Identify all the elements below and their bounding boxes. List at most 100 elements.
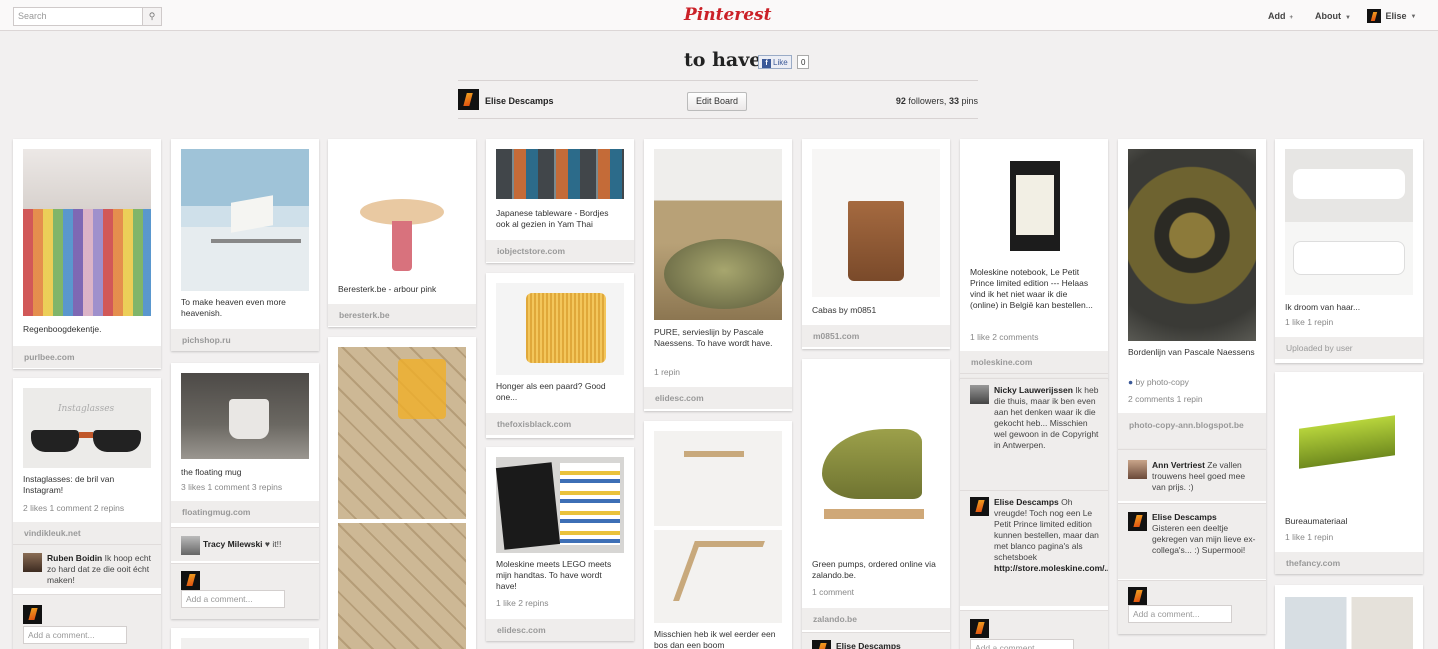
pillow-graphic — [1293, 241, 1405, 275]
pin-card[interactable]: the floating mug 3 likes 1 comment 3 rep… — [171, 363, 319, 619]
pin-image[interactable] — [812, 149, 940, 297]
pin-image[interactable] — [812, 369, 940, 551]
comment-link[interactable]: http://store.moleskine.com/... — [994, 563, 1108, 573]
pin-card[interactable]: Misschien heb ik wel eerder een bos dan … — [644, 421, 792, 649]
pin-card[interactable]: PURE, servieslijn by Pascale Naessens. T… — [644, 139, 792, 411]
pin-card[interactable]: Japanese tableware - Bordjes ook al gezi… — [486, 139, 634, 263]
pin-card[interactable]: Cabas by m0851 m0851.com — [802, 139, 950, 349]
comment: Ann Vertriest Ze vallen trouwens heel go… — [1118, 449, 1266, 501]
pin-image[interactable] — [1128, 149, 1256, 341]
user-menu[interactable]: Elise ▼ — [1367, 9, 1416, 23]
commenter-avatar[interactable] — [181, 536, 200, 555]
pin-source[interactable]: moleskine.com — [960, 351, 1108, 373]
pin-source[interactable]: floatingmug.com — [171, 501, 319, 523]
pin-image[interactable] — [495, 457, 624, 553]
pins-label: pins — [961, 96, 978, 106]
pin-source[interactable]: m0851.com — [802, 325, 950, 347]
add-comment-input[interactable]: Add a comment... — [1128, 605, 1232, 623]
pin-card[interactable]: Moleskine notebook, Le Petit Prince limi… — [960, 139, 1108, 379]
pin-source[interactable]: thefoxisblack.com — [486, 413, 634, 435]
about-label: About — [1315, 11, 1341, 21]
add-comment-input[interactable]: Add a comment... — [181, 590, 285, 608]
pin-card[interactable]: Nicky Lauwerijssen Ik heb die thuis, maa… — [960, 378, 1108, 649]
pin-card[interactable]: Regenboogdekentje. purlbee.com — [13, 139, 161, 369]
owner-avatar[interactable] — [458, 89, 479, 110]
pin-image[interactable]: Instaglasses — [23, 388, 151, 468]
pin-card[interactable] — [328, 337, 476, 649]
pin-card[interactable]: Green pumps, ordered online via zalando.… — [802, 359, 950, 649]
pin-source[interactable]: zalando.be — [802, 608, 950, 630]
pin-card[interactable]: Bureaumateriaal 1 like 1 repin thefancy.… — [1275, 372, 1423, 574]
blanket-top — [23, 149, 151, 209]
comment-author[interactable]: Elise Descamps — [994, 497, 1059, 507]
pin-card[interactable]: Ik droom van haar... 1 like 1 repin Uplo… — [1275, 139, 1423, 363]
pin-card[interactable]: Honger als een paard? Good one... thefox… — [486, 273, 634, 438]
pin-card[interactable]: Beresterk.be - arbour pink beresterk.be — [328, 139, 476, 327]
pin-image[interactable] — [496, 149, 624, 199]
pin-source[interactable]: elidesc.com — [644, 387, 792, 409]
pin-card[interactable]: To make heaven even more heavenish. pich… — [171, 139, 319, 351]
commenter-avatar[interactable] — [970, 497, 989, 516]
image-divider — [654, 526, 782, 530]
pin-stats: 1 like 2 comments — [970, 332, 1039, 342]
pin-image[interactable] — [496, 283, 624, 375]
pin-image[interactable] — [181, 373, 309, 459]
pin-image[interactable] — [1285, 382, 1413, 506]
search-input[interactable]: Search — [13, 7, 143, 26]
pin-stats: 1 comment — [812, 587, 855, 597]
pin-image[interactable] — [181, 149, 309, 291]
book-graphic — [231, 195, 273, 233]
facebook-like-button[interactable]: f Like — [758, 55, 792, 69]
commenter-avatar[interactable] — [812, 640, 831, 649]
pin-image[interactable] — [1285, 149, 1413, 295]
pin-card[interactable] — [1275, 585, 1423, 649]
followers-count[interactable]: 92 — [896, 96, 906, 106]
comment-author[interactable]: Tracy Milewski — [203, 539, 263, 549]
add-comment-area: Add a comment... — [960, 610, 1108, 649]
pin-source[interactable]: thefancy.com — [1275, 552, 1423, 574]
pin-card[interactable]: Ann Vertriest Ze vallen trouwens heel go… — [1118, 449, 1266, 634]
edit-board-button[interactable]: Edit Board — [687, 92, 747, 111]
pin-card[interactable]: Moleskine meets LEGO meets mijn handtas.… — [486, 447, 634, 641]
pin-image[interactable] — [1285, 597, 1413, 649]
pin-stats: 1 like 1 repin — [1285, 317, 1334, 327]
via-user[interactable]: photo-copy — [1147, 377, 1189, 387]
shoe-sole — [824, 509, 924, 519]
shoe-graphic — [822, 429, 922, 499]
comment-author[interactable]: Elise Descamps — [836, 641, 901, 649]
pin-source[interactable]: elidesc.com — [486, 619, 634, 641]
comment-author[interactable]: Ruben Boidin — [47, 553, 102, 563]
pin-source[interactable]: beresterk.be — [328, 304, 476, 326]
pin-source[interactable]: iobjectstore.com — [486, 240, 634, 262]
pin-source[interactable]: photo-copy-ann.blogspot.be — [1118, 413, 1266, 449]
commenter-avatar[interactable] — [970, 385, 989, 404]
commenter-avatar[interactable] — [1128, 512, 1147, 531]
commenter-avatar[interactable] — [23, 553, 42, 572]
comment-author[interactable]: Elise Descamps — [1152, 512, 1217, 522]
add-comment-input[interactable]: Add a comment... — [23, 626, 127, 644]
add-comment-input[interactable]: Add a comment... — [970, 639, 1074, 649]
pin-image[interactable] — [654, 431, 782, 623]
about-menu[interactable]: About ▼ — [1315, 11, 1351, 21]
pinterest-logo[interactable]: Pinterest — [684, 5, 771, 25]
add-menu[interactable]: Add + — [1268, 11, 1293, 21]
pin-image[interactable] — [970, 149, 1098, 259]
pin-source[interactable]: vindikleuk.net — [13, 522, 161, 544]
pin-source[interactable]: purlbee.com — [13, 346, 161, 368]
pin-source[interactable]: pichshop.ru — [171, 329, 319, 351]
comment-author[interactable]: Nicky Lauwerijssen — [994, 385, 1073, 395]
commenter-avatar[interactable] — [1128, 460, 1147, 479]
pin-image[interactable] — [338, 347, 466, 649]
pin-image[interactable] — [181, 638, 309, 649]
comment: Elise Descamps Oh vreugde! Toch nog een … — [960, 490, 1108, 606]
pin-card[interactable] — [171, 628, 319, 649]
pin-image[interactable] — [338, 149, 466, 274]
pin-card[interactable]: Instaglasses Instaglasses: de bril van I… — [13, 378, 161, 649]
pin-card[interactable]: Bordenlijn van Pascale Naessens ● by pho… — [1118, 139, 1266, 449]
comment-author[interactable]: Ann Vertriest — [1152, 460, 1205, 470]
search-button[interactable]: ⚲ — [143, 7, 162, 26]
plate-graphic — [664, 239, 784, 309]
pin-image[interactable] — [654, 149, 784, 320]
like-count: 0 — [797, 55, 810, 69]
owner-name[interactable]: Elise Descamps — [485, 96, 554, 106]
